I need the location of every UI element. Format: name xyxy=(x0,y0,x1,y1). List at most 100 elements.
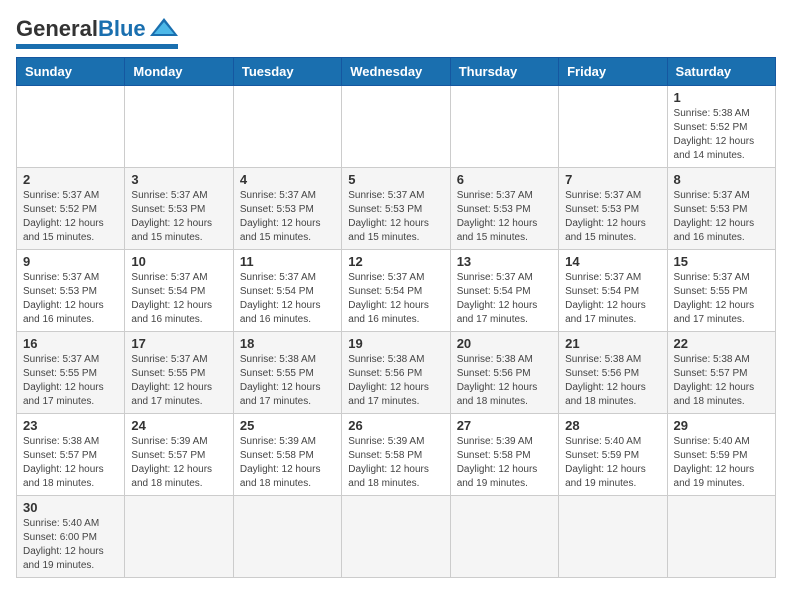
day-number: 14 xyxy=(565,254,660,269)
calendar-week-row: 2 Sunrise: 5:37 AM Sunset: 5:52 PM Daylig… xyxy=(17,168,776,250)
calendar-cell: 7 Sunrise: 5:37 AM Sunset: 5:53 PM Daylig… xyxy=(559,168,667,250)
calendar-cell: 3 Sunrise: 5:37 AM Sunset: 5:53 PM Daylig… xyxy=(125,168,233,250)
day-number: 18 xyxy=(240,336,335,351)
day-info: Sunrise: 5:37 AM Sunset: 5:53 PM Dayligh… xyxy=(565,189,660,245)
day-info: Sunrise: 5:37 AM Sunset: 5:53 PM Dayligh… xyxy=(240,189,335,245)
calendar-header-saturday: Saturday xyxy=(667,58,775,86)
calendar-cell xyxy=(559,496,667,578)
logo-underline xyxy=(16,44,178,49)
day-number: 5 xyxy=(348,172,443,187)
day-info: Sunrise: 5:38 AM Sunset: 5:56 PM Dayligh… xyxy=(348,353,443,409)
calendar-header-monday: Monday xyxy=(125,58,233,86)
day-info: Sunrise: 5:37 AM Sunset: 5:54 PM Dayligh… xyxy=(457,271,552,327)
day-info: Sunrise: 5:40 AM Sunset: 6:00 PM Dayligh… xyxy=(23,517,118,573)
calendar-cell xyxy=(342,86,450,168)
calendar-week-row: 16Sunrise: 5:37 AM Sunset: 5:55 PM Dayli… xyxy=(17,332,776,414)
calendar-cell: 25Sunrise: 5:39 AM Sunset: 5:58 PM Dayli… xyxy=(233,414,341,496)
logo-blue: Blue xyxy=(98,16,146,42)
day-number: 12 xyxy=(348,254,443,269)
calendar-cell: 28 Sunrise: 5:40 AM Sunset: 5:59 PM Dayli… xyxy=(559,414,667,496)
calendar-cell: 26 Sunrise: 5:39 AM Sunset: 5:58 PM Dayli… xyxy=(342,414,450,496)
day-number: 30 xyxy=(23,500,118,515)
day-number: 2 xyxy=(23,172,118,187)
day-number: 19 xyxy=(348,336,443,351)
day-number: 7 xyxy=(565,172,660,187)
calendar-cell: 20 Sunrise: 5:38 AM Sunset: 5:56 PM Dayli… xyxy=(450,332,558,414)
day-info: Sunrise: 5:37 AM Sunset: 5:55 PM Dayligh… xyxy=(131,353,226,409)
day-info: Sunrise: 5:39 AM Sunset: 5:58 PM Dayligh… xyxy=(348,435,443,491)
day-number: 13 xyxy=(457,254,552,269)
day-number: 15 xyxy=(674,254,769,269)
day-number: 8 xyxy=(674,172,769,187)
day-info: Sunrise: 5:37 AM Sunset: 5:53 PM Dayligh… xyxy=(131,189,226,245)
calendar-cell: 12Sunrise: 5:37 AM Sunset: 5:54 PM Dayli… xyxy=(342,250,450,332)
day-number: 6 xyxy=(457,172,552,187)
day-number: 27 xyxy=(457,418,552,433)
calendar-cell: 29 Sunrise: 5:40 AM Sunset: 5:59 PM Dayli… xyxy=(667,414,775,496)
day-number: 11 xyxy=(240,254,335,269)
header: General Blue xyxy=(16,16,776,49)
day-info: Sunrise: 5:37 AM Sunset: 5:53 PM Dayligh… xyxy=(348,189,443,245)
calendar-cell xyxy=(125,86,233,168)
calendar-cell: 1Sunrise: 5:38 AM Sunset: 5:52 PM Daylig… xyxy=(667,86,775,168)
calendar-week-row: 23 Sunrise: 5:38 AM Sunset: 5:57 PM Dayli… xyxy=(17,414,776,496)
day-info: Sunrise: 5:37 AM Sunset: 5:53 PM Dayligh… xyxy=(674,189,769,245)
day-number: 23 xyxy=(23,418,118,433)
logo-icon xyxy=(150,16,178,38)
calendar-header-friday: Friday xyxy=(559,58,667,86)
calendar-header-tuesday: Tuesday xyxy=(233,58,341,86)
calendar-cell: 6 Sunrise: 5:37 AM Sunset: 5:53 PM Daylig… xyxy=(450,168,558,250)
day-number: 22 xyxy=(674,336,769,351)
day-number: 20 xyxy=(457,336,552,351)
calendar-header-sunday: Sunday xyxy=(17,58,125,86)
day-number: 26 xyxy=(348,418,443,433)
calendar-cell: 5 Sunrise: 5:37 AM Sunset: 5:53 PM Daylig… xyxy=(342,168,450,250)
day-number: 21 xyxy=(565,336,660,351)
calendar-cell xyxy=(667,496,775,578)
day-info: Sunrise: 5:37 AM Sunset: 5:53 PM Dayligh… xyxy=(23,271,118,327)
calendar-cell xyxy=(559,86,667,168)
day-info: Sunrise: 5:40 AM Sunset: 5:59 PM Dayligh… xyxy=(565,435,660,491)
calendar-cell: 14 Sunrise: 5:37 AM Sunset: 5:54 PM Dayli… xyxy=(559,250,667,332)
day-number: 25 xyxy=(240,418,335,433)
day-number: 28 xyxy=(565,418,660,433)
calendar-cell: 23 Sunrise: 5:38 AM Sunset: 5:57 PM Dayli… xyxy=(17,414,125,496)
day-number: 3 xyxy=(131,172,226,187)
day-number: 4 xyxy=(240,172,335,187)
calendar-cell: 17 Sunrise: 5:37 AM Sunset: 5:55 PM Dayli… xyxy=(125,332,233,414)
day-info: Sunrise: 5:38 AM Sunset: 5:56 PM Dayligh… xyxy=(457,353,552,409)
day-info: Sunrise: 5:37 AM Sunset: 5:55 PM Dayligh… xyxy=(674,271,769,327)
day-info: Sunrise: 5:39 AM Sunset: 5:58 PM Dayligh… xyxy=(457,435,552,491)
calendar-cell: 21Sunrise: 5:38 AM Sunset: 5:56 PM Dayli… xyxy=(559,332,667,414)
day-info: Sunrise: 5:37 AM Sunset: 5:54 PM Dayligh… xyxy=(240,271,335,327)
day-info: Sunrise: 5:37 AM Sunset: 5:55 PM Dayligh… xyxy=(23,353,118,409)
day-number: 9 xyxy=(23,254,118,269)
calendar-cell xyxy=(233,86,341,168)
calendar-week-row: 1Sunrise: 5:38 AM Sunset: 5:52 PM Daylig… xyxy=(17,86,776,168)
logo-general: General xyxy=(16,16,98,42)
calendar: SundayMondayTuesdayWednesdayThursdayFrid… xyxy=(16,57,776,578)
day-number: 17 xyxy=(131,336,226,351)
calendar-cell: 11 Sunrise: 5:37 AM Sunset: 5:54 PM Dayli… xyxy=(233,250,341,332)
day-info: Sunrise: 5:38 AM Sunset: 5:55 PM Dayligh… xyxy=(240,353,335,409)
day-info: Sunrise: 5:38 AM Sunset: 5:57 PM Dayligh… xyxy=(23,435,118,491)
day-info: Sunrise: 5:37 AM Sunset: 5:54 PM Dayligh… xyxy=(131,271,226,327)
calendar-header-row: SundayMondayTuesdayWednesdayThursdayFrid… xyxy=(17,58,776,86)
day-number: 29 xyxy=(674,418,769,433)
calendar-cell xyxy=(450,496,558,578)
calendar-cell: 9 Sunrise: 5:37 AM Sunset: 5:53 PM Daylig… xyxy=(17,250,125,332)
logo: General Blue xyxy=(16,16,178,49)
calendar-header-wednesday: Wednesday xyxy=(342,58,450,86)
day-info: Sunrise: 5:37 AM Sunset: 5:52 PM Dayligh… xyxy=(23,189,118,245)
calendar-cell xyxy=(17,86,125,168)
calendar-cell: 19 Sunrise: 5:38 AM Sunset: 5:56 PM Dayli… xyxy=(342,332,450,414)
calendar-cell: 24Sunrise: 5:39 AM Sunset: 5:57 PM Dayli… xyxy=(125,414,233,496)
calendar-cell: 18 Sunrise: 5:38 AM Sunset: 5:55 PM Dayli… xyxy=(233,332,341,414)
calendar-cell: 27 Sunrise: 5:39 AM Sunset: 5:58 PM Dayli… xyxy=(450,414,558,496)
calendar-cell: 16Sunrise: 5:37 AM Sunset: 5:55 PM Dayli… xyxy=(17,332,125,414)
day-info: Sunrise: 5:40 AM Sunset: 5:59 PM Dayligh… xyxy=(674,435,769,491)
calendar-week-row: 30 Sunrise: 5:40 AM Sunset: 6:00 PM Dayli… xyxy=(17,496,776,578)
calendar-cell xyxy=(342,496,450,578)
day-info: Sunrise: 5:37 AM Sunset: 5:53 PM Dayligh… xyxy=(457,189,552,245)
day-info: Sunrise: 5:37 AM Sunset: 5:54 PM Dayligh… xyxy=(565,271,660,327)
